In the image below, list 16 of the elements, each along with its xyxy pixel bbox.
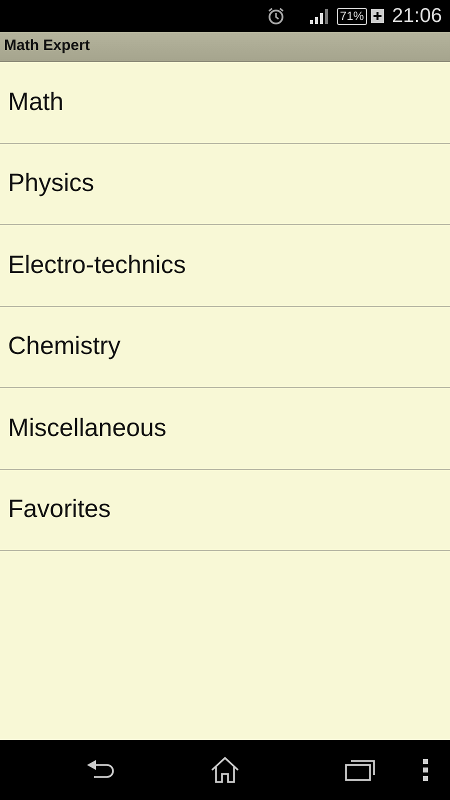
menu-item[interactable]: Physics — [0, 144, 450, 225]
alarm-icon — [266, 7, 285, 25]
overflow-menu-icon[interactable] — [423, 759, 429, 781]
signal-icon — [308, 8, 329, 24]
menu-item[interactable]: Chemistry — [0, 306, 450, 388]
recent-apps-icon[interactable] — [345, 759, 375, 781]
menu-item[interactable]: Miscellaneous — [0, 388, 450, 470]
menu-item[interactable]: Math — [0, 62, 450, 144]
home-icon[interactable] — [210, 756, 240, 784]
clock: 21:06 — [392, 4, 442, 29]
battery-level: 71% — [336, 8, 367, 24]
charging-plus-icon — [370, 9, 384, 23]
back-icon[interactable] — [86, 759, 116, 781]
menu-item[interactable]: Electro-technics — [0, 225, 450, 306]
app-title: Math Expert — [4, 36, 90, 56]
menu-item[interactable]: Favorites — [0, 470, 450, 551]
